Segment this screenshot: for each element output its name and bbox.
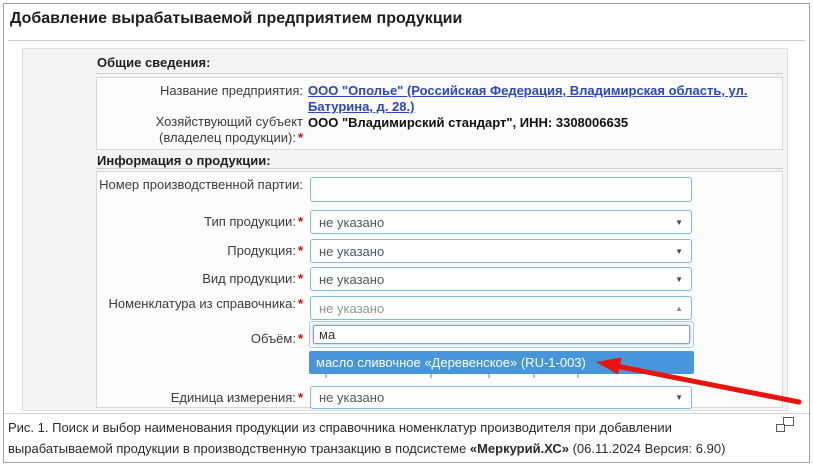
volume-label: Объём: * <box>250 331 303 346</box>
unit-select[interactable]: не указано ▼ <box>310 386 692 409</box>
caption-divider <box>4 413 809 414</box>
hidden-field-edge <box>488 374 490 378</box>
hidden-field-edge <box>430 374 432 378</box>
dropdown-arrow-icon: ▼ <box>675 393 683 402</box>
required-asterisk: * <box>297 271 303 286</box>
product-section-heading: Информация о продукции: <box>97 153 271 168</box>
dropdown-arrow-icon: ▼ <box>675 247 683 256</box>
hidden-field-edge <box>577 374 579 378</box>
dropdown-arrow-icon: ▼ <box>675 218 683 227</box>
nomenclature-combobox[interactable]: не указано ▲ <box>310 296 692 320</box>
page: Добавление вырабатываемой предприятием п… <box>0 0 813 467</box>
dropup-arrow-icon: ▲ <box>675 304 683 313</box>
required-asterisk: * <box>297 390 303 405</box>
required-asterisk: * <box>297 331 303 346</box>
owner-value: ООО "Владимирский стандарт", ИНН: 330800… <box>308 115 629 130</box>
product-section-divider <box>96 168 783 169</box>
product-type-select[interactable]: не указано ▼ <box>310 210 692 234</box>
nomenclature-label: Номенклатура из справочника: * <box>108 296 303 311</box>
required-asterisk: * <box>297 214 303 229</box>
batch-number-input[interactable] <box>310 177 692 202</box>
batch-number-label: Номер производственной партии: <box>99 177 303 192</box>
title-divider <box>8 40 805 41</box>
dropdown-arrow-icon: ▼ <box>675 275 683 284</box>
enterprise-name-link[interactable]: ООО "Ополье" (Российская Федерация, Влад… <box>308 83 786 115</box>
required-asterisk: * <box>297 130 303 145</box>
required-asterisk: * <box>297 296 303 311</box>
required-asterisk: * <box>297 243 303 258</box>
nomenclature-search-input[interactable] <box>313 325 690 344</box>
enterprise-name-label: Название предприятия: <box>160 83 303 98</box>
page-title: Добавление вырабатываемой предприятием п… <box>10 10 463 27</box>
general-section-divider <box>96 73 783 74</box>
product-select[interactable]: не указано ▼ <box>310 239 692 263</box>
general-section-heading: Общие сведения: <box>97 55 211 70</box>
hidden-field-edge <box>533 374 535 378</box>
hidden-field-edge <box>325 374 327 378</box>
unit-label: Единица измерения: * <box>170 390 303 405</box>
product-type-label: Тип продукции: * <box>204 214 303 229</box>
product-kind-label: Вид продукции: * <box>202 271 303 286</box>
nomenclature-dropdown <box>309 321 694 348</box>
open-in-new-window-icon[interactable] <box>776 417 794 432</box>
figure-caption: Рис. 1. Поиск и выбор наименования проду… <box>8 420 726 456</box>
nomenclature-option[interactable]: масло сливочное «Деревенское» (RU-1-003) <box>309 351 694 374</box>
product-kind-select[interactable]: не указано ▼ <box>310 267 692 291</box>
owner-label: Хозяйствующий субъект (владелец продукци… <box>155 114 303 145</box>
product-label: Продукция: * <box>227 243 303 258</box>
